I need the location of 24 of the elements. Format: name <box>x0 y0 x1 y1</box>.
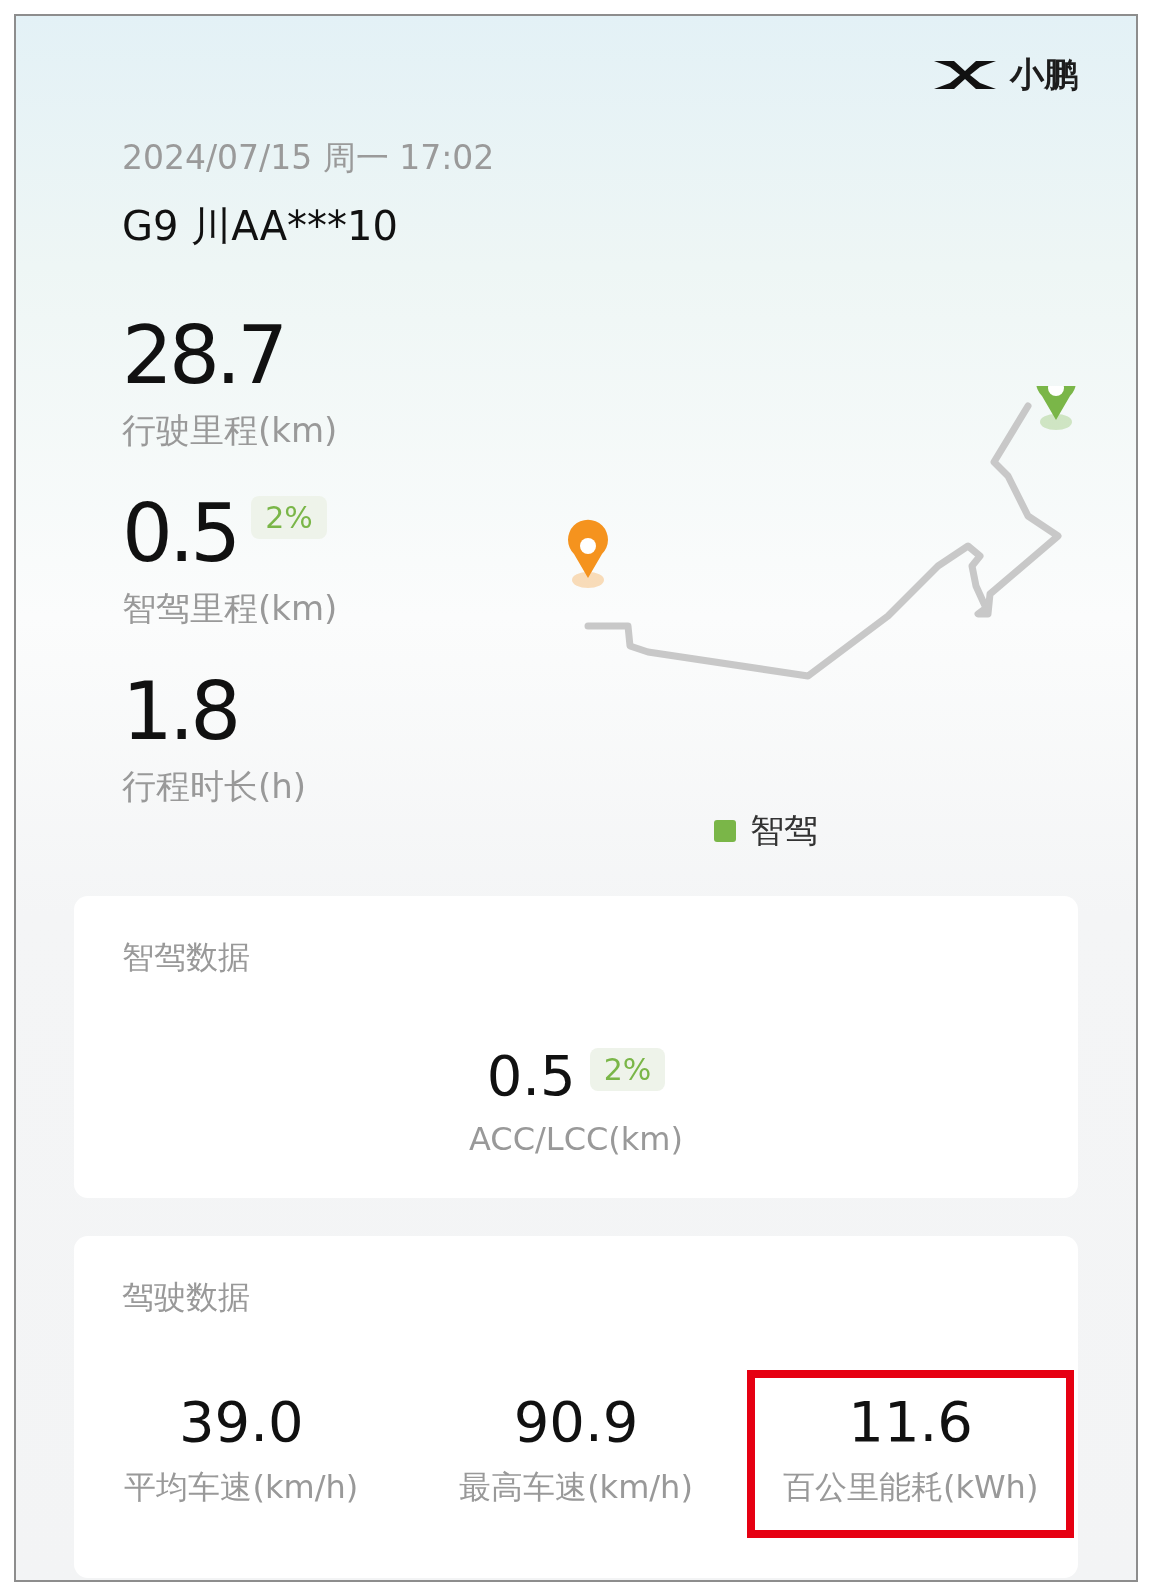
trip-datetime: 2024/07/15 周一 17:02 <box>122 137 496 179</box>
start-pin-icon <box>568 519 608 588</box>
percent-badge: 2% <box>589 1048 666 1091</box>
vehicle-plate: G9 川AA***10 <box>122 202 399 251</box>
stat-label: 最高车速(km/h) <box>459 1467 693 1508</box>
stat-value: 0.5 <box>486 1046 576 1106</box>
stat-label: 平均车速(km/h) <box>124 1467 359 1508</box>
stat-value: 11.6 <box>848 1392 973 1452</box>
stat-label: 行驶里程(km) <box>122 409 339 452</box>
end-pin-icon <box>1036 386 1076 430</box>
stat-label: ACC/LCC(km) <box>469 1120 683 1158</box>
stat-value: 28.7 <box>122 316 285 396</box>
legend-label: 智驾 <box>750 809 818 852</box>
card-title: 智驾数据 <box>122 937 251 978</box>
stat-label: 百公里能耗(kWh) <box>782 1467 1039 1508</box>
stat-value: 90.9 <box>513 1392 639 1452</box>
brand-name: 小鹏 <box>1010 53 1078 96</box>
stat-label: 行程时长(h) <box>122 765 308 808</box>
percent-badge: 2% <box>251 496 327 539</box>
stat-value: 0.5 <box>122 494 238 574</box>
stat-label: 智驾里程(km) <box>122 587 339 630</box>
stat-value: 1.8 <box>122 672 238 752</box>
card-title: 驾驶数据 <box>122 1277 251 1318</box>
stat-value: 39.0 <box>179 1392 304 1452</box>
